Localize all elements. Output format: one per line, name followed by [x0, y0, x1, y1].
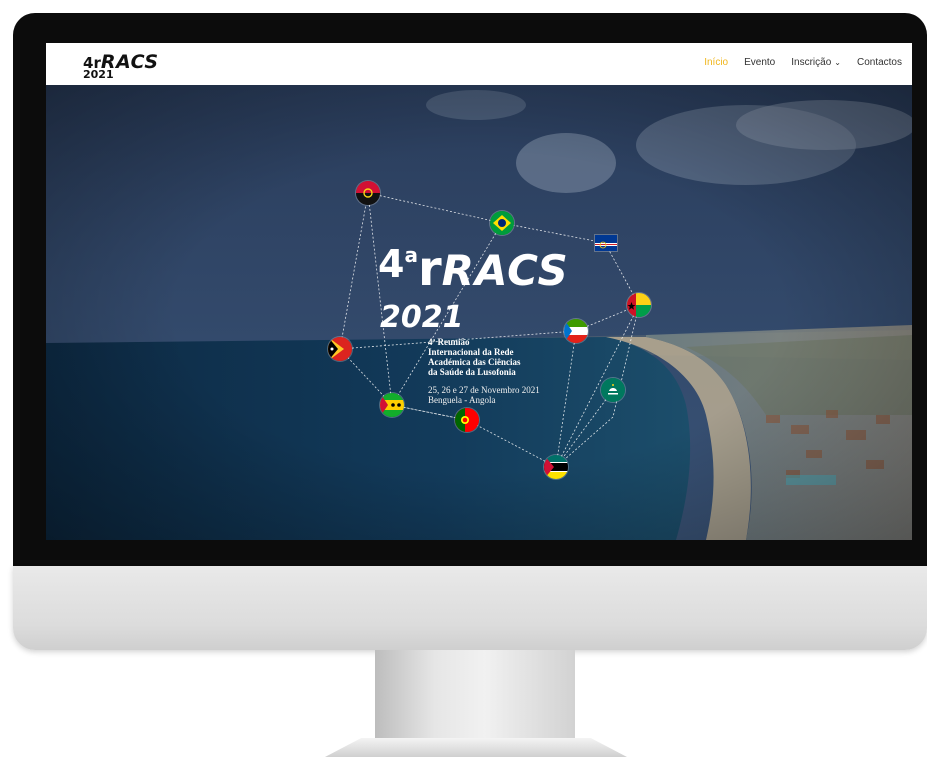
hero-subtitle-line: 4ª Reunião — [428, 337, 470, 347]
hero-title-name: RACS — [441, 246, 569, 295]
hero-subtitle-line: Internacional da Rede — [428, 347, 514, 357]
flag-guinea-bissau-icon — [627, 293, 651, 317]
hero-banner: 4arRACS 2021 4ª Reunião Internacional da… — [46, 85, 912, 540]
flag-east-timor-icon — [328, 337, 352, 361]
hero-event-location: Benguela - Angola — [428, 395, 496, 405]
flag-cape-verde-icon — [595, 235, 617, 251]
nav-item-inscricao[interactable]: Inscrição ⌄ — [791, 57, 841, 68]
flag-portugal-icon — [455, 408, 479, 432]
hero-year: 2021 — [380, 300, 464, 335]
flag-sao-tome-icon — [380, 393, 404, 417]
hero-event-details: 25, 26 e 27 de Novembro 2021 Benguela - … — [428, 385, 628, 405]
hero-subtitle-line: Académica das Ciências — [428, 357, 521, 367]
site-logo[interactable]: 4rRACS 2021 — [83, 53, 159, 81]
monitor-stand — [375, 650, 575, 740]
hero-title-number: 4 — [378, 242, 405, 286]
hero-subtitle-line: da Saúde da Lusofonia — [428, 367, 516, 377]
main-nav: Início Evento Inscrição ⌄ Contactos — [704, 57, 902, 68]
monitor-chin — [13, 566, 927, 650]
nav-item-contactos[interactable]: Contactos — [857, 57, 902, 68]
hero-title-sup: a — [404, 243, 418, 267]
nav-item-inscricao-label: Inscrição — [791, 57, 832, 68]
monitor-stand-base — [325, 738, 627, 757]
site-header: 4rRACS 2021 Início Evento Inscrição ⌄ Con… — [46, 43, 912, 85]
flag-brazil-icon — [490, 211, 514, 235]
nav-item-evento[interactable]: Evento — [744, 57, 775, 68]
flag-angola-icon — [356, 181, 380, 205]
website-screen: 4rRACS 2021 Início Evento Inscrição ⌄ Con… — [46, 43, 912, 540]
hero-background — [46, 85, 912, 540]
hero-title: 4arRACS — [378, 245, 569, 293]
hero-event-dates: 25, 26 e 27 de Novembro 2021 — [428, 385, 540, 395]
flag-mozambique-icon — [544, 455, 568, 479]
nav-item-inicio[interactable]: Início — [704, 57, 728, 68]
hero-subtitle: 4ª Reunião Internacional da Rede Académi… — [428, 337, 598, 377]
hero-title-mark: r — [417, 241, 442, 297]
chevron-down-icon: ⌄ — [834, 58, 841, 67]
